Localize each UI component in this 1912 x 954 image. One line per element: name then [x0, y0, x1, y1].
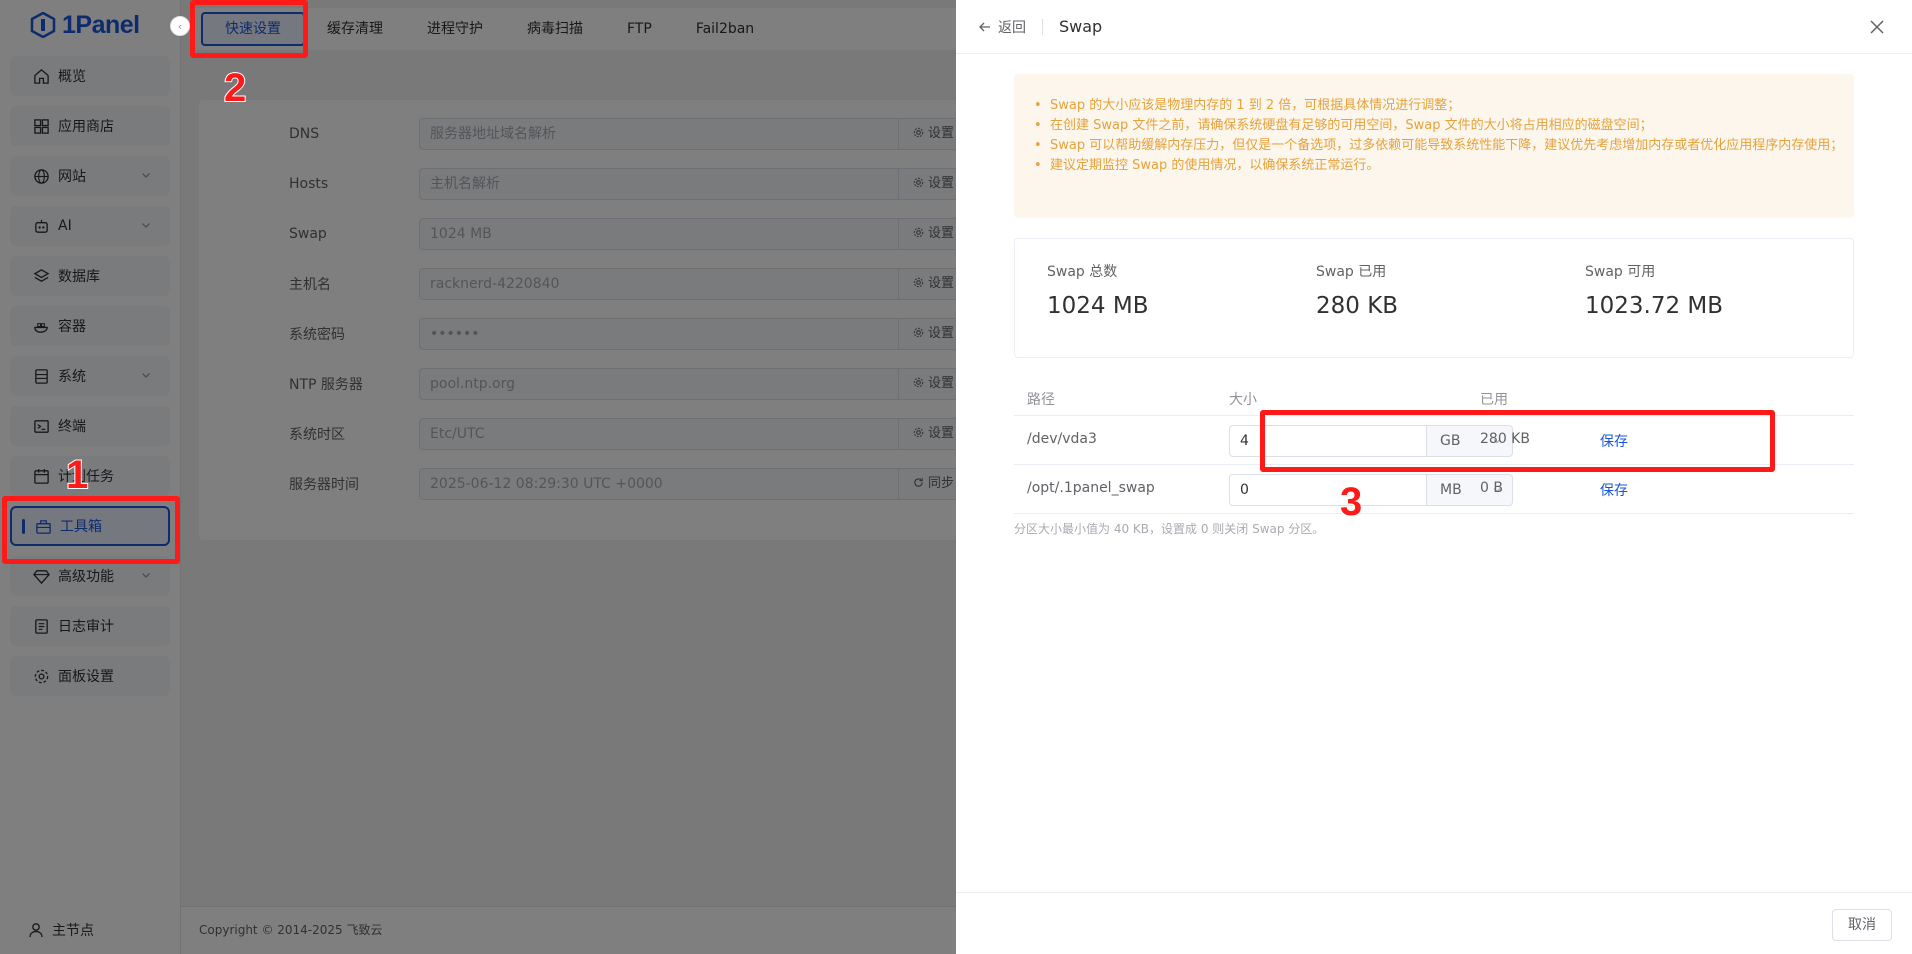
swap-hint-text: 分区大小最小值为 40 KB，设置成 0 则关闭 Swap 分区。: [1014, 522, 1325, 536]
tip-item: 在创建 Swap 文件之前，请确保系统硬盘有足够的可用空间，Swap 文件的大小…: [1034, 116, 1844, 136]
stat-value: 1023.72 MB: [1585, 293, 1724, 319]
annotation-number-2: 2: [223, 66, 247, 110]
stat-total: Swap 总数 1024 MB: [1047, 261, 1148, 319]
close-icon[interactable]: [1868, 18, 1886, 36]
header-size: 大小: [1229, 392, 1257, 408]
stat-value: 1024 MB: [1047, 293, 1149, 319]
stat-label: Swap 总数: [1047, 264, 1118, 280]
collapse-sidebar-button[interactable]: ‹: [170, 16, 190, 36]
header-used: 已用: [1480, 392, 1508, 408]
stat-available: Swap 可用 1023.72 MB: [1585, 261, 1723, 319]
back-label: 返回: [998, 19, 1026, 36]
annotation-number-1: 1: [65, 453, 89, 497]
row-path: /opt/.1panel_swap: [1027, 480, 1155, 496]
swap-drawer: 返回 Swap Swap 的大小应该是物理内存的 1 到 2 倍，可根据具体情况…: [956, 0, 1912, 954]
drawer-footer: 取消: [956, 892, 1912, 954]
tip-item: 建议定期监控 Swap 的使用情况，以确保系统正常运行。: [1034, 156, 1844, 176]
stat-used: Swap 已用 280 KB: [1316, 261, 1398, 319]
drawer-header: 返回 Swap: [956, 0, 1912, 54]
swap-stats: Swap 总数 1024 MB Swap 已用 280 KB Swap 可用 1…: [1014, 238, 1854, 358]
tip-item: Swap 的大小应该是物理内存的 1 到 2 倍，可根据具体情况进行调整；: [1034, 96, 1844, 116]
stat-label: Swap 已用: [1316, 264, 1387, 280]
tip-item: Swap 可以帮助缓解内存压力，但仅是一个备选项，过多依赖可能导致系统性能下降，…: [1034, 136, 1844, 156]
cancel-button[interactable]: 取消: [1832, 909, 1892, 941]
stat-value: 280 KB: [1316, 293, 1399, 319]
arrow-left-icon: [979, 22, 990, 31]
annotation-box-1: [2, 496, 180, 564]
unit-value: MB: [1440, 482, 1462, 498]
annotation-box-3: [1260, 410, 1775, 472]
header-path: 路径: [1027, 392, 1055, 408]
row-used: 0 B: [1480, 480, 1503, 496]
table-row: /opt/.1panel_swap 0 MB 0 B 保存: [1014, 465, 1854, 514]
annotation-number-3: 3: [1339, 480, 1363, 524]
size-input[interactable]: 0: [1229, 474, 1427, 506]
divider: [1042, 18, 1043, 35]
save-button[interactable]: 保存: [1600, 480, 1628, 500]
drawer-title: Swap: [1059, 17, 1103, 36]
back-button[interactable]: 返回: [978, 17, 1026, 37]
swap-tips-alert: Swap 的大小应该是物理内存的 1 到 2 倍，可根据具体情况进行调整； 在创…: [1014, 74, 1854, 218]
annotation-box-2: [190, 0, 308, 58]
row-path: /dev/vda3: [1027, 431, 1097, 447]
stat-label: Swap 可用: [1585, 264, 1656, 280]
